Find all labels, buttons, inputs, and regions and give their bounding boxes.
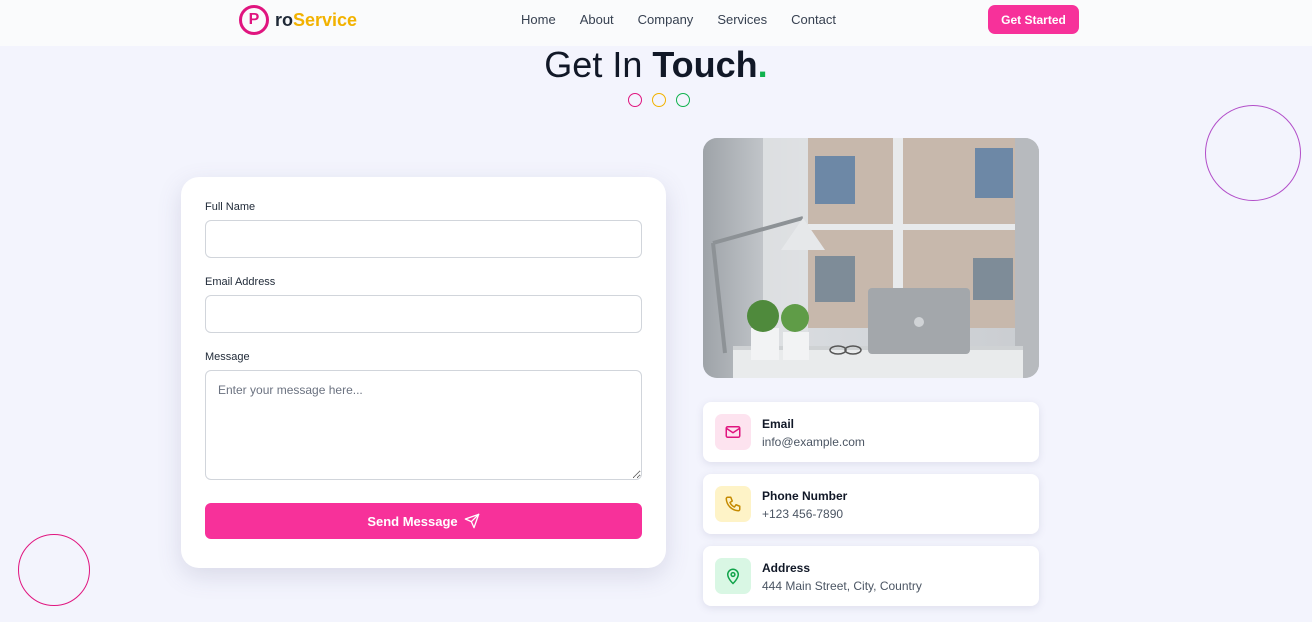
top-nav: P roService Home About Company Services … [0,0,1312,46]
contact-address-card: Address 444 Main Street, City, Country [703,546,1039,606]
map-pin-icon [715,558,751,594]
contact-form: Full Name Email Address Message Send Mes… [181,177,666,568]
send-icon [464,513,479,529]
nav-link-services[interactable]: Services [717,12,767,27]
message-textarea[interactable] [205,370,642,480]
email-input[interactable] [205,295,642,333]
pink-dot [628,93,642,107]
title-decoration-dots [628,93,690,107]
green-dot [676,93,690,107]
contact-email-card: Email info@example.com [703,402,1039,462]
nav-links: Home About Company Services Contact [521,12,836,27]
logo-mark: P [239,5,269,35]
contact-address-title: Address [762,561,811,575]
contact-phone-value: +123 456-7890 [762,507,844,521]
decorative-circle-left [18,534,90,606]
office-desk-photo [703,138,1039,378]
nav-link-company[interactable]: Company [638,12,694,27]
logo[interactable]: P roService [239,5,357,35]
email-label: Email Address [205,276,276,288]
send-message-button[interactable]: Send Message [205,503,642,539]
contact-email-title: Email [762,417,795,431]
decorative-circle-right [1205,105,1301,201]
get-started-button[interactable]: Get Started [988,5,1079,34]
yellow-dot [652,93,666,107]
phone-icon [715,486,751,522]
contact-phone-card: Phone Number +123 456-7890 [703,474,1039,534]
contact-phone-title: Phone Number [762,489,848,503]
nav-link-contact[interactable]: Contact [791,12,836,27]
send-message-label: Send Message [367,513,458,529]
full-name-label: Full Name [205,201,256,213]
contact-address-value: 444 Main Street, City, Country [762,579,922,593]
full-name-input[interactable] [205,220,642,258]
contact-email-value: info@example.com [762,435,865,449]
mail-icon [715,414,751,450]
nav-link-home[interactable]: Home [521,12,556,27]
message-label: Message [205,351,250,363]
nav-link-about[interactable]: About [580,12,614,27]
logo-text: roService [275,9,358,30]
page-title: Get In Touch. [544,44,768,85]
